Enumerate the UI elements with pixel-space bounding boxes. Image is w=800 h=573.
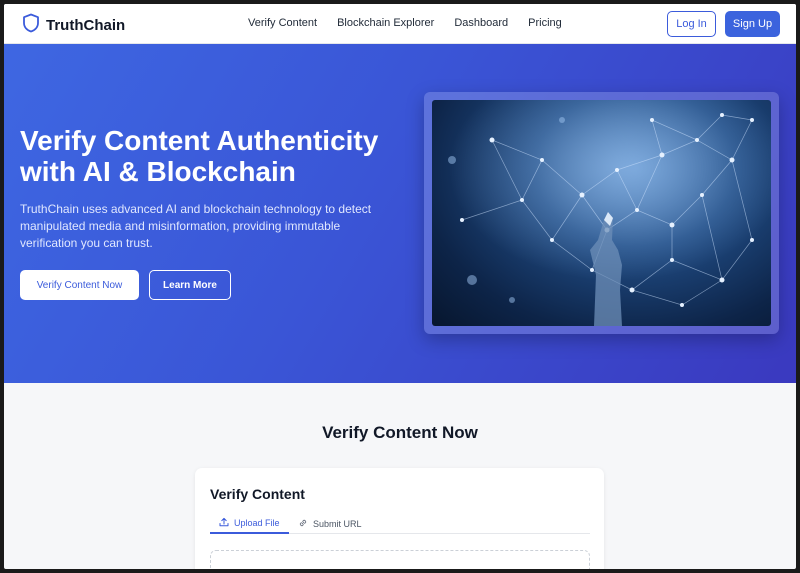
signup-button[interactable]: Sign Up xyxy=(725,11,780,37)
nav-item-pricing[interactable]: Pricing xyxy=(528,17,562,29)
file-dropzone[interactable] xyxy=(210,550,590,569)
shield-icon xyxy=(22,13,40,38)
login-button[interactable]: Log In xyxy=(667,11,716,37)
hero-section: Verify Content Authenticity with AI & Bl… xyxy=(4,44,796,383)
nav-item-verify-content[interactable]: Verify Content xyxy=(248,17,317,29)
verify-tabs: Upload File Submit URL xyxy=(210,514,590,534)
shield-icon-svg xyxy=(23,13,39,33)
nav-item-dashboard[interactable]: Dashboard xyxy=(454,17,508,29)
ai-network-image xyxy=(432,100,771,326)
hero-title: Verify Content Authenticity with AI & Bl… xyxy=(20,125,379,187)
upload-icon xyxy=(219,517,234,529)
tab-submit-url[interactable]: Submit URL xyxy=(298,514,362,534)
link-icon xyxy=(298,518,313,530)
browser-viewport: TruthChain Verify Content Blockchain Exp… xyxy=(4,4,796,569)
verify-content-now-button[interactable]: Verify Content Now xyxy=(20,270,139,300)
learn-more-button[interactable]: Learn More xyxy=(149,270,231,300)
verify-section-title: Verify Content Now xyxy=(322,423,478,442)
main-nav: Verify Content Blockchain Explorer Dashb… xyxy=(248,17,582,29)
hero-image-frame xyxy=(424,92,779,334)
hero-description: TruthChain uses advanced AI and blockcha… xyxy=(20,202,372,250)
tab-upload-label: Upload File xyxy=(234,518,280,528)
site-header: TruthChain Verify Content Blockchain Exp… xyxy=(4,4,796,44)
network-illustration xyxy=(432,100,771,326)
tab-upload-file[interactable]: Upload File xyxy=(210,514,289,534)
brand-logo[interactable]: TruthChain xyxy=(22,13,125,38)
tab-url-label: Submit URL xyxy=(313,519,362,529)
verify-content-card: Verify Content Upload File Submit URL xyxy=(195,468,604,569)
nav-item-blockchain-explorer[interactable]: Blockchain Explorer xyxy=(337,17,434,29)
brand-name: TruthChain xyxy=(46,17,126,34)
card-title: Verify Content xyxy=(210,486,305,502)
